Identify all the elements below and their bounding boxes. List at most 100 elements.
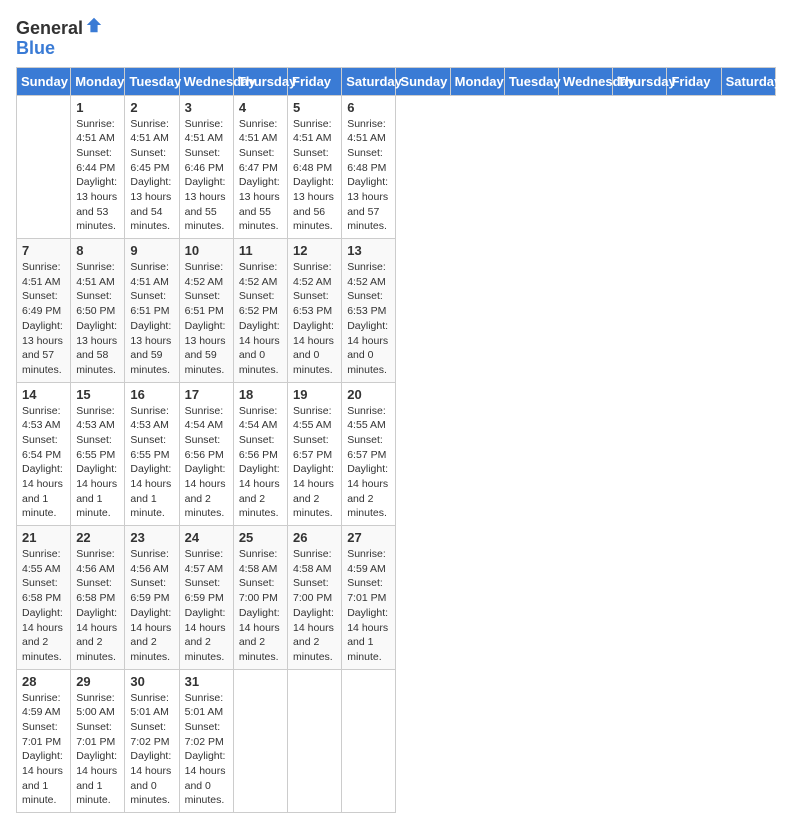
calendar-cell: 26 Sunrise: 4:58 AMSunset: 7:00 PMDayligh… <box>288 526 342 670</box>
day-info: Sunrise: 4:52 AMSunset: 6:53 PMDaylight:… <box>347 260 390 378</box>
calendar-cell: 13 Sunrise: 4:52 AMSunset: 6:53 PMDayligh… <box>342 239 396 383</box>
calendar-cell: 5Sunrise: 4:51 AMSunset: 6:48 PMDaylight… <box>288 95 342 239</box>
day-number: 9 <box>130 243 173 258</box>
logo-general-text: General <box>16 18 83 38</box>
day-number: 6 <box>347 100 390 115</box>
day-info: Sunrise: 4:51 AMSunset: 6:46 PMDaylight:… <box>185 117 228 235</box>
day-number: 2 <box>130 100 173 115</box>
day-number: 13 <box>347 243 390 258</box>
calendar-cell: 19Sunrise: 4:55 AMSunset: 6:57 PMDayligh… <box>288 382 342 526</box>
day-number: 27 <box>347 530 390 545</box>
header-row: SundayMondayTuesdayWednesdayThursdayFrid… <box>17 67 776 95</box>
header-day-thursday: Thursday <box>613 67 667 95</box>
day-info: Sunrise: 4:58 AMSunset: 7:00 PMDaylight:… <box>239 547 282 665</box>
calendar-cell: 27 Sunrise: 4:59 AMSunset: 7:01 PMDayligh… <box>342 526 396 670</box>
day-number: 31 <box>185 674 228 689</box>
day-info: Sunrise: 4:51 AMSunset: 6:49 PMDaylight:… <box>22 260 65 378</box>
day-number: 28 <box>22 674 65 689</box>
day-number: 23 <box>130 530 173 545</box>
calendar-table: SundayMondayTuesdayWednesdayThursdayFrid… <box>16 67 776 814</box>
day-number: 24 <box>185 530 228 545</box>
week-row-5: 28Sunrise: 4:59 AMSunset: 7:01 PMDayligh… <box>17 669 776 813</box>
day-number: 4 <box>239 100 282 115</box>
day-number: 30 <box>130 674 173 689</box>
logo-blue-text: Blue <box>16 38 55 58</box>
day-info: Sunrise: 4:51 AMSunset: 6:44 PMDaylight:… <box>76 117 119 235</box>
calendar-cell <box>342 669 396 813</box>
day-number: 21 <box>22 530 65 545</box>
header-day-tuesday: Tuesday <box>125 67 179 95</box>
day-info: Sunrise: 4:58 AMSunset: 7:00 PMDaylight:… <box>293 547 336 665</box>
calendar-cell: 9 Sunrise: 4:51 AMSunset: 6:51 PMDaylight… <box>125 239 179 383</box>
day-info: Sunrise: 4:59 AMSunset: 7:01 PMDaylight:… <box>347 547 390 665</box>
header-day-friday: Friday <box>288 67 342 95</box>
day-info: Sunrise: 4:51 AMSunset: 6:45 PMDaylight:… <box>130 117 173 235</box>
calendar-cell: 18 Sunrise: 4:54 AMSunset: 6:56 PMDayligh… <box>233 382 287 526</box>
calendar-cell: 17 Sunrise: 4:54 AMSunset: 6:56 PMDayligh… <box>179 382 233 526</box>
calendar-cell: 2 Sunrise: 4:51 AMSunset: 6:45 PMDaylight… <box>125 95 179 239</box>
day-number: 18 <box>239 387 282 402</box>
calendar-cell: 25Sunrise: 4:58 AMSunset: 7:00 PMDayligh… <box>233 526 287 670</box>
header-day-monday: Monday <box>450 67 504 95</box>
header-day-sunday: Sunday <box>17 67 71 95</box>
day-info: Sunrise: 4:52 AMSunset: 6:52 PMDaylight:… <box>239 260 282 378</box>
header-day-friday: Friday <box>667 67 721 95</box>
day-info: Sunrise: 4:53 AMSunset: 6:55 PMDaylight:… <box>76 404 119 522</box>
calendar-cell: 11 Sunrise: 4:52 AMSunset: 6:52 PMDayligh… <box>233 239 287 383</box>
calendar-cell: 4 Sunrise: 4:51 AMSunset: 6:47 PMDaylight… <box>233 95 287 239</box>
day-info: Sunrise: 5:01 AMSunset: 7:02 PMDaylight:… <box>185 691 228 809</box>
day-number: 3 <box>185 100 228 115</box>
week-row-2: 7 Sunrise: 4:51 AMSunset: 6:49 PMDaylight… <box>17 239 776 383</box>
day-info: Sunrise: 4:55 AMSunset: 6:58 PMDaylight:… <box>22 547 65 665</box>
calendar-cell: 20 Sunrise: 4:55 AMSunset: 6:57 PMDayligh… <box>342 382 396 526</box>
calendar-cell: 1Sunrise: 4:51 AMSunset: 6:44 PMDaylight… <box>71 95 125 239</box>
calendar-cell: 15 Sunrise: 4:53 AMSunset: 6:55 PMDayligh… <box>71 382 125 526</box>
header-day-sunday: Sunday <box>396 67 450 95</box>
day-number: 26 <box>293 530 336 545</box>
calendar-cell: 30 Sunrise: 5:01 AMSunset: 7:02 PMDayligh… <box>125 669 179 813</box>
day-info: Sunrise: 4:53 AMSunset: 6:55 PMDaylight:… <box>130 404 173 522</box>
header-day-saturday: Saturday <box>342 67 396 95</box>
day-info: Sunrise: 4:55 AMSunset: 6:57 PMDaylight:… <box>347 404 390 522</box>
logo-icon <box>85 16 103 34</box>
logo: General Blue <box>16 16 103 59</box>
day-info: Sunrise: 4:51 AMSunset: 6:51 PMDaylight:… <box>130 260 173 378</box>
calendar-cell <box>233 669 287 813</box>
calendar-cell <box>288 669 342 813</box>
day-number: 14 <box>22 387 65 402</box>
day-info: Sunrise: 5:01 AMSunset: 7:02 PMDaylight:… <box>130 691 173 809</box>
day-number: 19 <box>293 387 336 402</box>
day-info: Sunrise: 4:51 AMSunset: 6:48 PMDaylight:… <box>293 117 336 235</box>
day-number: 20 <box>347 387 390 402</box>
day-number: 17 <box>185 387 228 402</box>
day-info: Sunrise: 4:51 AMSunset: 6:47 PMDaylight:… <box>239 117 282 235</box>
day-info: Sunrise: 4:51 AMSunset: 6:48 PMDaylight:… <box>347 117 390 235</box>
day-info: Sunrise: 4:51 AMSunset: 6:50 PMDaylight:… <box>76 260 119 378</box>
page-header: General Blue <box>16 16 776 59</box>
day-info: Sunrise: 4:52 AMSunset: 6:51 PMDaylight:… <box>185 260 228 378</box>
day-number: 11 <box>239 243 282 258</box>
calendar-cell <box>17 95 71 239</box>
calendar-cell: 16Sunrise: 4:53 AMSunset: 6:55 PMDayligh… <box>125 382 179 526</box>
calendar-cell: 7 Sunrise: 4:51 AMSunset: 6:49 PMDaylight… <box>17 239 71 383</box>
day-info: Sunrise: 4:54 AMSunset: 6:56 PMDaylight:… <box>185 404 228 522</box>
week-row-1: 1Sunrise: 4:51 AMSunset: 6:44 PMDaylight… <box>17 95 776 239</box>
header-day-monday: Monday <box>71 67 125 95</box>
day-number: 22 <box>76 530 119 545</box>
day-number: 10 <box>185 243 228 258</box>
calendar-cell: 3 Sunrise: 4:51 AMSunset: 6:46 PMDaylight… <box>179 95 233 239</box>
calendar-cell: 22Sunrise: 4:56 AMSunset: 6:58 PMDayligh… <box>71 526 125 670</box>
calendar-cell: 31 Sunrise: 5:01 AMSunset: 7:02 PMDayligh… <box>179 669 233 813</box>
day-info: Sunrise: 4:54 AMSunset: 6:56 PMDaylight:… <box>239 404 282 522</box>
calendar-cell: 24 Sunrise: 4:57 AMSunset: 6:59 PMDayligh… <box>179 526 233 670</box>
day-number: 15 <box>76 387 119 402</box>
calendar-cell: 21 Sunrise: 4:55 AMSunset: 6:58 PMDayligh… <box>17 526 71 670</box>
calendar-cell: 14Sunrise: 4:53 AMSunset: 6:54 PMDayligh… <box>17 382 71 526</box>
week-row-3: 14Sunrise: 4:53 AMSunset: 6:54 PMDayligh… <box>17 382 776 526</box>
header-day-tuesday: Tuesday <box>504 67 558 95</box>
day-number: 7 <box>22 243 65 258</box>
header-day-wednesday: Wednesday <box>559 67 613 95</box>
header-day-wednesday: Wednesday <box>179 67 233 95</box>
day-info: Sunrise: 4:57 AMSunset: 6:59 PMDaylight:… <box>185 547 228 665</box>
calendar-cell: 8Sunrise: 4:51 AMSunset: 6:50 PMDaylight… <box>71 239 125 383</box>
